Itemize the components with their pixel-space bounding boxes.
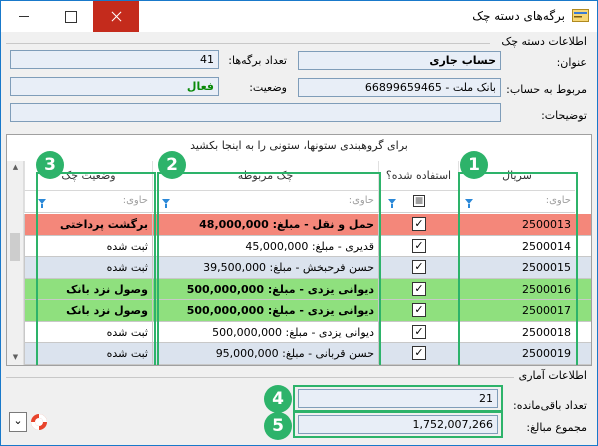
status-label: وضعیت: — [249, 81, 287, 94]
highlight-remaining-field — [293, 385, 503, 412]
scroll-thumb[interactable] — [10, 233, 20, 261]
cell-used[interactable]: ✓ — [378, 257, 458, 278]
info-section-divider — [6, 43, 490, 44]
cell-used[interactable]: ✓ — [378, 321, 458, 343]
callout-badge-4: 4 — [264, 385, 292, 413]
app-icon — [572, 9, 589, 22]
stats-section-divider — [6, 377, 514, 378]
account-field[interactable]: بانک ملت - 66899659465 — [298, 78, 501, 97]
help-lifebuoy-icon[interactable] — [30, 413, 48, 431]
callout-badge-1: 1 — [460, 151, 488, 179]
used-checkbox[interactable]: ✓ — [412, 281, 426, 296]
status-field[interactable]: فعال — [10, 77, 219, 96]
cell-used[interactable]: ✓ — [378, 343, 458, 364]
check-sheets-grid: برای گروهبندی ستونها، ستونی را به اینجا … — [6, 134, 592, 366]
title-label: عنوان: — [556, 56, 587, 69]
description-label: توضیحات: — [541, 109, 587, 122]
scroll-down-icon[interactable]: ▼ — [11, 353, 20, 362]
highlight-related-check-column — [157, 172, 381, 365]
filter-checkbox[interactable]: ■ — [413, 195, 425, 207]
maximize-button[interactable] — [47, 1, 93, 32]
used-checkbox[interactable]: ✓ — [412, 238, 426, 253]
highlight-total-field — [293, 411, 503, 438]
layout-dropdown-button[interactable]: ⌄ — [9, 412, 27, 432]
total-label: مجموع مبالغ: — [526, 421, 587, 434]
title-field[interactable]: حساب جاری — [298, 51, 501, 70]
used-checkbox[interactable]: ✓ — [412, 324, 426, 339]
remaining-label: تعداد باقی‌مانده: — [513, 399, 587, 412]
cell-used[interactable]: ✓ — [378, 300, 458, 321]
group-by-hint[interactable]: برای گروهبندی ستونها، ستونی را به اینجا … — [7, 135, 591, 161]
close-button[interactable] — [93, 1, 139, 32]
minimize-button[interactable] — [1, 1, 47, 32]
chevron-down-icon: ⌄ — [13, 414, 23, 427]
used-checkbox[interactable]: ✓ — [412, 217, 426, 231]
highlight-serial-column — [458, 172, 578, 365]
info-section-title: اطلاعات دسته چک — [501, 35, 587, 48]
callout-badge-5: 5 — [264, 412, 292, 440]
cell-used[interactable]: ✓ — [378, 214, 458, 235]
callout-badge-3: 3 — [36, 151, 64, 179]
check-sheets-window: برگه‌های دسته چک اطلاعات دسته چک عنوان: … — [0, 0, 598, 446]
account-label: مربوط به حساب: — [506, 83, 587, 96]
vertical-scrollbar[interactable]: ▲ ▼ — [7, 161, 24, 365]
filter-icon[interactable] — [388, 199, 396, 208]
callout-badge-2: 2 — [158, 151, 186, 179]
used-checkbox[interactable]: ✓ — [412, 260, 426, 274]
used-checkbox[interactable]: ✓ — [412, 303, 426, 317]
used-checkbox[interactable]: ✓ — [412, 346, 426, 360]
highlight-check-status-column — [36, 172, 156, 365]
cell-used[interactable]: ✓ — [378, 235, 458, 257]
cell-used[interactable]: ✓ — [378, 278, 458, 300]
window-title: برگه‌های دسته چک — [472, 9, 565, 23]
stats-section-title: اطلاعات آماری — [518, 369, 587, 382]
description-field[interactable] — [10, 103, 501, 122]
title-bar: برگه‌های دسته چک — [1, 1, 597, 32]
sheet-count-field[interactable]: 41 — [10, 50, 219, 69]
sheet-count-label: تعداد برگه‌ها: — [228, 54, 287, 67]
filter-used[interactable]: ■ — [378, 191, 458, 213]
scroll-up-icon[interactable]: ▲ — [11, 163, 20, 172]
column-header-used[interactable]: استفاده شده؟ — [378, 161, 458, 191]
